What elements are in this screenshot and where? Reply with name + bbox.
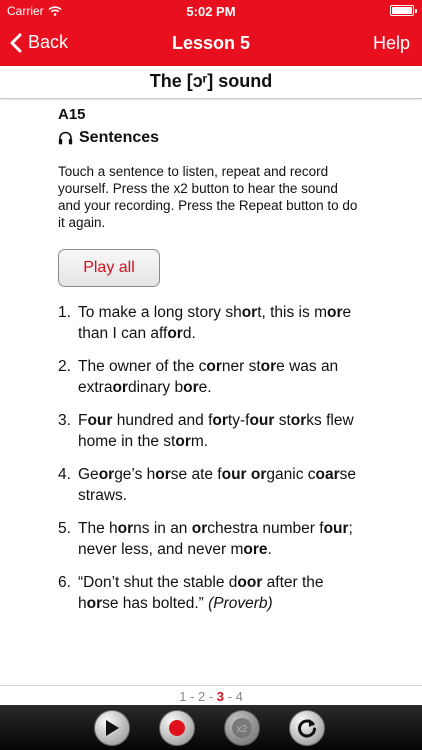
sound-highlight: or xyxy=(167,325,183,342)
headphones-icon xyxy=(58,131,73,145)
sentence-segment: . xyxy=(267,541,272,558)
sound-highlight: or xyxy=(326,304,343,321)
sentence-segment: ganic c xyxy=(266,466,316,483)
battery-icon xyxy=(390,5,417,16)
x2-icon: x2 xyxy=(232,718,252,738)
sentence-segment: m xyxy=(314,304,327,321)
sentence-item[interactable]: 3. Four hundred and forty-four storks fle… xyxy=(58,410,364,452)
page-number[interactable]: 4 xyxy=(236,689,243,704)
top-bar: Carrier 5:02 PM Back Lesson 5 Help xyxy=(0,0,422,66)
sentence-text: The horns in an orchestra number four; n… xyxy=(78,518,363,560)
sentence-segment: e. xyxy=(198,379,212,396)
sentence-segment: hundred and f xyxy=(112,412,213,429)
sound-highlight: or xyxy=(206,358,222,375)
sound-highlight: or xyxy=(290,412,307,429)
sentence-segment: st xyxy=(274,412,291,429)
lesson-heading: The [ɔʳ] sound xyxy=(0,66,422,99)
sound-highlight: or xyxy=(191,520,208,537)
sentence-item[interactable]: 1. To make a long story short, this is mo… xyxy=(58,302,364,344)
sentence-segment: dinary b xyxy=(127,379,184,396)
sound-highlight: ore xyxy=(243,541,268,558)
sound-highlight: or xyxy=(212,412,228,429)
sentence-segment: ty-f xyxy=(227,412,250,429)
section-title-text: Sentences xyxy=(79,129,160,146)
sound-highlight: or xyxy=(175,433,191,450)
sentence-note: (Proverb) xyxy=(208,595,273,612)
sound-highlight: or xyxy=(260,358,277,375)
sentence-text: “Don’t shut the stable door after the ho… xyxy=(78,572,363,614)
sentence-segment: se has bolted.” xyxy=(102,595,209,612)
sentence-text: Four hundred and forty-four storks flew … xyxy=(78,410,363,452)
sound-highlight: our xyxy=(249,412,275,429)
sentence-segment: To make a long story sh xyxy=(78,304,242,321)
sentence-segment: ns in an xyxy=(133,520,192,537)
sentence-number: 4. xyxy=(58,466,71,483)
sentence-number: 1. xyxy=(58,304,71,321)
record-icon xyxy=(169,720,185,736)
sentence-number: 5. xyxy=(58,520,71,537)
sentence-segment: The owner of the c xyxy=(78,358,207,375)
exercise-code: A15 xyxy=(58,106,86,123)
instructions-text: Touch a sentence to listen, repeat and r… xyxy=(58,164,358,230)
sound-highlight: our xyxy=(323,520,349,537)
page-separator: - xyxy=(224,689,236,704)
sentence-text: George’s horse ate four organic coarse s… xyxy=(78,464,363,506)
sound-highlight: oor xyxy=(237,574,263,591)
sentence-segment: se ate f xyxy=(170,466,222,483)
sentence-segment: t, this is xyxy=(257,304,315,321)
sound-highlight: or xyxy=(117,520,134,537)
sound-highlight: or xyxy=(250,466,267,483)
x2-button[interactable]: x2 xyxy=(224,710,260,746)
sentence-segment: m. xyxy=(190,433,209,450)
sentence-segment: Ge xyxy=(78,466,99,483)
nav-title: Lesson 5 xyxy=(171,33,251,53)
sentence-text: The owner of the corner store was an ext… xyxy=(78,356,363,398)
section-title: Sentences xyxy=(58,129,364,147)
sound-highlight: or xyxy=(112,379,128,396)
page-separator: - xyxy=(186,689,198,704)
lesson-content: A15 Sentences Touch a sentence to listen… xyxy=(0,100,422,685)
sound-highlight: or xyxy=(183,379,199,396)
sentence-number: 6. xyxy=(58,574,71,591)
play-button[interactable] xyxy=(94,710,130,746)
sentence-segment: ner st xyxy=(221,358,261,375)
sentence-list: 1. To make a long story short, this is mo… xyxy=(58,302,364,614)
sound-highlight: or xyxy=(98,466,115,483)
sentence-item[interactable]: 6. “Don’t shut the stable door after the … xyxy=(58,572,364,614)
repeat-icon xyxy=(298,719,316,738)
status-bar: Carrier 5:02 PM xyxy=(0,0,422,22)
sentence-number: 2. xyxy=(58,358,71,375)
sentence-segment: d. xyxy=(182,325,196,342)
sentence-item[interactable]: 4. George’s horse ate four organic coarse… xyxy=(58,464,364,506)
help-button[interactable]: Help xyxy=(373,33,410,54)
sound-highlight: oar xyxy=(315,466,340,483)
sound-highlight: our xyxy=(87,412,113,429)
sentence-segment: chestra number f xyxy=(207,520,324,537)
sentence-segment: The h xyxy=(78,520,118,537)
record-button[interactable] xyxy=(159,710,195,746)
svg-text:x2: x2 xyxy=(237,724,248,735)
page-number[interactable]: 3 xyxy=(217,689,224,704)
control-bar: x2 xyxy=(0,705,422,750)
sentence-item[interactable]: 5. The horns in an orchestra number four;… xyxy=(58,518,364,560)
navigation-bar: Back Lesson 5 Help xyxy=(0,22,422,66)
sentence-segment: ge’s h xyxy=(114,466,156,483)
sound-highlight: or xyxy=(155,466,171,483)
sentence-text: To make a long story short, this is more… xyxy=(78,302,363,344)
repeat-button[interactable] xyxy=(289,710,325,746)
sound-highlight: our xyxy=(221,466,247,483)
sentence-item[interactable]: 2. The owner of the corner store was an e… xyxy=(58,356,364,398)
sentence-number: 3. xyxy=(58,412,71,429)
sentence-segment: “Don’t shut the stable d xyxy=(78,574,238,591)
page-separator: - xyxy=(205,689,217,704)
page-indicator: 1 - 2 - 3 - 4 xyxy=(0,685,422,705)
play-icon xyxy=(106,720,119,736)
status-time: 5:02 PM xyxy=(186,4,236,19)
sound-highlight: or xyxy=(241,304,258,321)
play-all-button[interactable]: Play all xyxy=(58,249,160,287)
sound-highlight: or xyxy=(86,595,103,612)
